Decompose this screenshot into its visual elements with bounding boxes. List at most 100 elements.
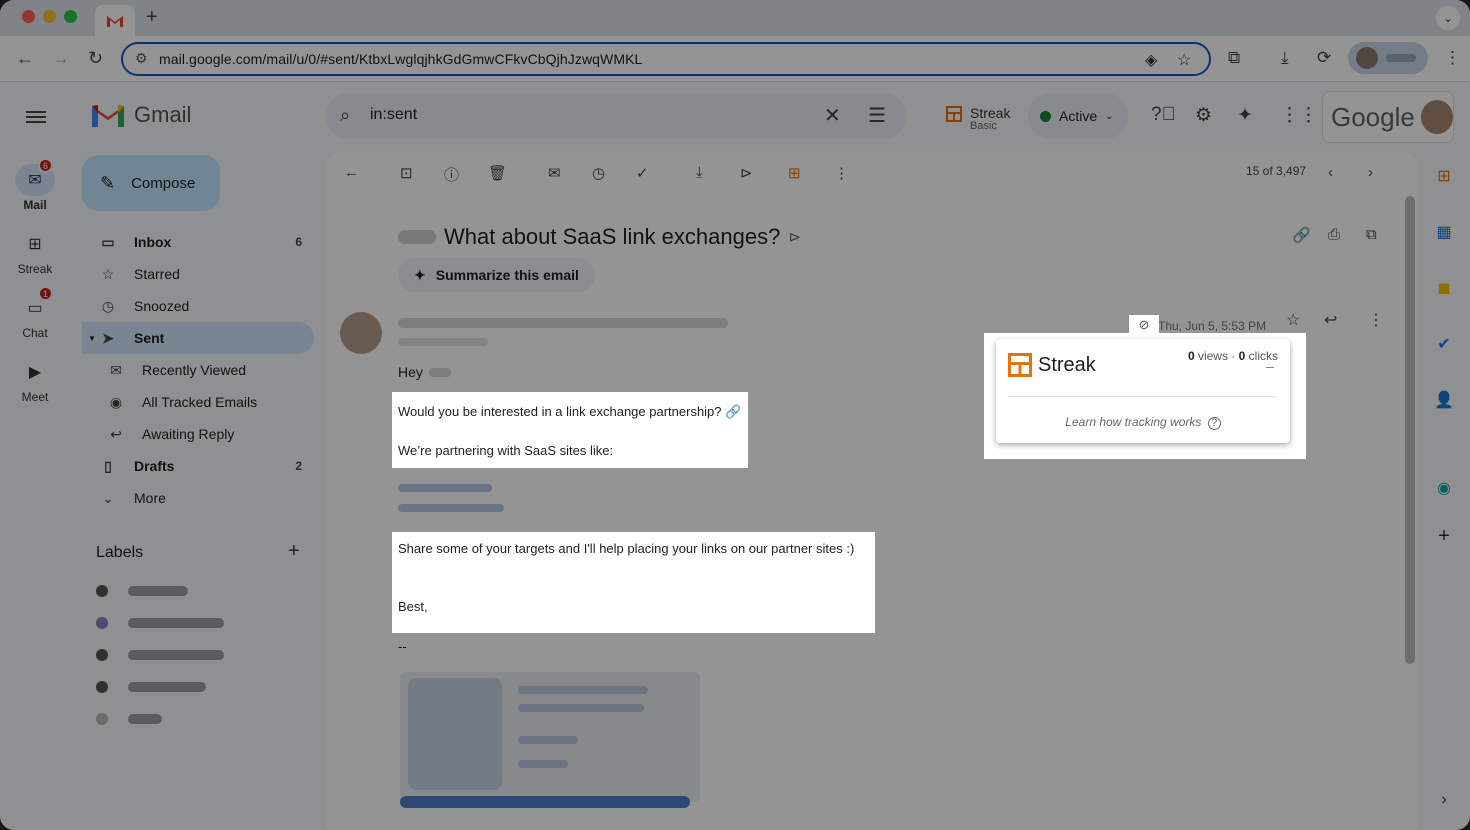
search-bar[interactable]: ⌕ in:sent ✕ ☰ (326, 93, 906, 139)
get-addons-icon[interactable]: + (1434, 525, 1454, 547)
rail-item-meet[interactable]: ▶ Meet (0, 356, 70, 404)
open-new-window-icon[interactable]: ⧉ (1366, 226, 1377, 243)
search-options-icon[interactable]: ☰ (868, 103, 886, 128)
greeting: Hey (398, 364, 451, 380)
archive-icon[interactable]: ⊡ (400, 164, 413, 182)
contacts-icon[interactable]: 👤 (1434, 390, 1454, 410)
add-label-button[interactable]: + (288, 540, 300, 563)
summarize-button[interactable]: ✦ Summarize this email (398, 258, 595, 292)
sender-avatar[interactable] (340, 312, 382, 354)
important-marker-icon[interactable]: ⊳ (788, 228, 801, 246)
rail-item-mail[interactable]: ✉ 6 Mail (0, 158, 70, 212)
nav-item-recently-viewed[interactable]: ✉ Recently Viewed (82, 354, 314, 386)
nav-item-inbox[interactable]: ▭ Inbox 6 (82, 226, 314, 258)
signature-separator: -- (398, 639, 407, 654)
bookmark-star-icon[interactable]: ☆ (1177, 50, 1191, 70)
streak-box-icon[interactable]: ⊞ (788, 164, 801, 182)
streak-plan-button[interactable]: Streak Basic (946, 106, 1010, 132)
nav-count: 6 (295, 235, 302, 249)
minimize-window-button[interactable] (43, 10, 56, 23)
views-count: 0 (1187, 349, 1195, 363)
main-menu-icon[interactable] (26, 108, 46, 126)
help-icon[interactable]: ?⃝ (1151, 104, 1176, 126)
back-to-list-icon[interactable]: ← (344, 164, 359, 181)
sender-name-blurred (398, 318, 728, 328)
previous-email-icon[interactable]: ‹ (1328, 164, 1333, 181)
tracking-eye-off-icon[interactable]: ⊘ (1129, 315, 1159, 335)
reply-icon[interactable]: ↩ (1324, 310, 1337, 330)
label-item-blurred[interactable] (96, 713, 162, 725)
tab-gmail[interactable] (95, 5, 135, 36)
keep-icon[interactable]: ◼ (1434, 278, 1454, 298)
nav-item-starred[interactable]: ☆ Starred (82, 258, 314, 290)
address-bar[interactable]: ⚙ mail.google.com/mail/u/0/#sent/KtbxLwg… (121, 42, 1211, 76)
email-signoff: Best, (398, 599, 428, 614)
close-window-button[interactable] (22, 10, 35, 23)
gmail-logo[interactable]: Gmail (92, 102, 191, 128)
tracking-eye-icon[interactable]: ◉ (1434, 478, 1454, 498)
partner-links-blurred (398, 484, 504, 524)
new-tab-button[interactable]: + (146, 6, 158, 29)
nav-item-awaiting-reply[interactable]: ↩ Awaiting Reply (82, 418, 314, 450)
profile-button[interactable] (1348, 42, 1428, 74)
nav-item-more[interactable]: ⌄ More (82, 482, 314, 514)
rail-item-chat[interactable]: ▭ 1 Chat (0, 286, 70, 340)
calendar-icon[interactable]: ▦ (1434, 222, 1454, 242)
label-item-blurred[interactable] (96, 681, 206, 693)
streak-plan: Basic (970, 120, 997, 132)
label-icon[interactable]: ⊳ (740, 164, 753, 182)
star-icon[interactable]: ☆ (1286, 310, 1300, 330)
tab-search-button[interactable]: ⌄ (1436, 6, 1460, 30)
nav-item-snoozed[interactable]: ◷ Snoozed (82, 290, 314, 322)
mark-unread-icon[interactable]: ✉ (548, 164, 561, 182)
email-subject: What about SaaS link exchanges? ⊳ (398, 224, 801, 250)
subject-text: What about SaaS link exchanges? (444, 224, 781, 249)
copy-link-icon[interactable]: 🔗 (1292, 226, 1311, 244)
next-email-icon[interactable]: › (1368, 164, 1373, 181)
print-icon[interactable]: ⎙ (1328, 226, 1340, 243)
learn-tracking-link[interactable]: Learn how tracking works ? (996, 415, 1290, 430)
search-input[interactable]: in:sent (370, 106, 417, 124)
settings-gear-icon[interactable]: ⚙ (1195, 104, 1212, 127)
browser-menu-icon[interactable]: ⋮ (1444, 48, 1461, 68)
streak-name: Streak (970, 105, 1011, 121)
tracking-protection-icon[interactable]: ◈ (1145, 50, 1157, 70)
tasks-icon[interactable]: ✔ (1434, 334, 1454, 354)
label-item-blurred[interactable] (96, 585, 188, 597)
gemini-sparkle-icon[interactable]: ✦ (1237, 104, 1253, 127)
snooze-icon[interactable]: ◷ (592, 164, 605, 182)
rail-item-streak[interactable]: ⊞ Streak (0, 228, 70, 276)
label-item-blurred[interactable] (96, 649, 224, 661)
add-task-icon[interactable]: ✓ (636, 164, 649, 182)
label-dot (96, 713, 108, 725)
address-url[interactable]: mail.google.com/mail/u/0/#sent/KtbxLwglq… (159, 51, 642, 67)
nav-item-all-tracked[interactable]: ◉ All Tracked Emails (82, 386, 314, 418)
streak-addon-icon[interactable]: ⊞ (1434, 166, 1454, 186)
nav-item-sent[interactable]: ▼ ➤ Sent (82, 322, 314, 354)
clear-search-icon[interactable]: ✕ (824, 103, 841, 128)
forward-icon[interactable]: → (52, 48, 70, 69)
label-item-blurred[interactable] (96, 617, 224, 629)
back-icon[interactable]: ← (16, 48, 34, 69)
nav-label: Recently Viewed (142, 362, 247, 378)
site-settings-icon[interactable]: ⚙ (135, 50, 148, 67)
nav-label: Drafts (134, 458, 175, 474)
extensions-icon[interactable]: ⧉ (1228, 48, 1240, 68)
apps-grid-icon[interactable]: ⋮⋮ (1280, 104, 1318, 127)
download-icon[interactable]: ⤓ (1281, 48, 1289, 68)
delete-icon[interactable]: 🗑 (488, 164, 507, 182)
move-to-icon[interactable]: ⤓ (696, 164, 703, 181)
search-icon[interactable]: ⌕ (340, 105, 350, 126)
expand-panel-icon[interactable]: › (1434, 790, 1454, 810)
performance-icon[interactable]: ⟳ (1317, 48, 1331, 68)
maximize-window-button[interactable] (64, 10, 77, 23)
report-spam-icon[interactable]: ⓘ (444, 164, 459, 185)
more-options-icon[interactable]: ⋮ (834, 164, 849, 182)
reload-icon[interactable]: ↻ (88, 48, 103, 69)
more-vert-icon[interactable]: ⋮ (1368, 310, 1384, 330)
scrollbar[interactable] (1405, 196, 1415, 664)
expand-arrow-icon[interactable]: ▼ (88, 334, 96, 343)
compose-button[interactable]: ✎ Compose (82, 155, 220, 211)
nav-item-drafts[interactable]: ▯ Drafts 2 (82, 450, 314, 482)
status-selector[interactable]: Active ⌄ (1028, 93, 1128, 139)
